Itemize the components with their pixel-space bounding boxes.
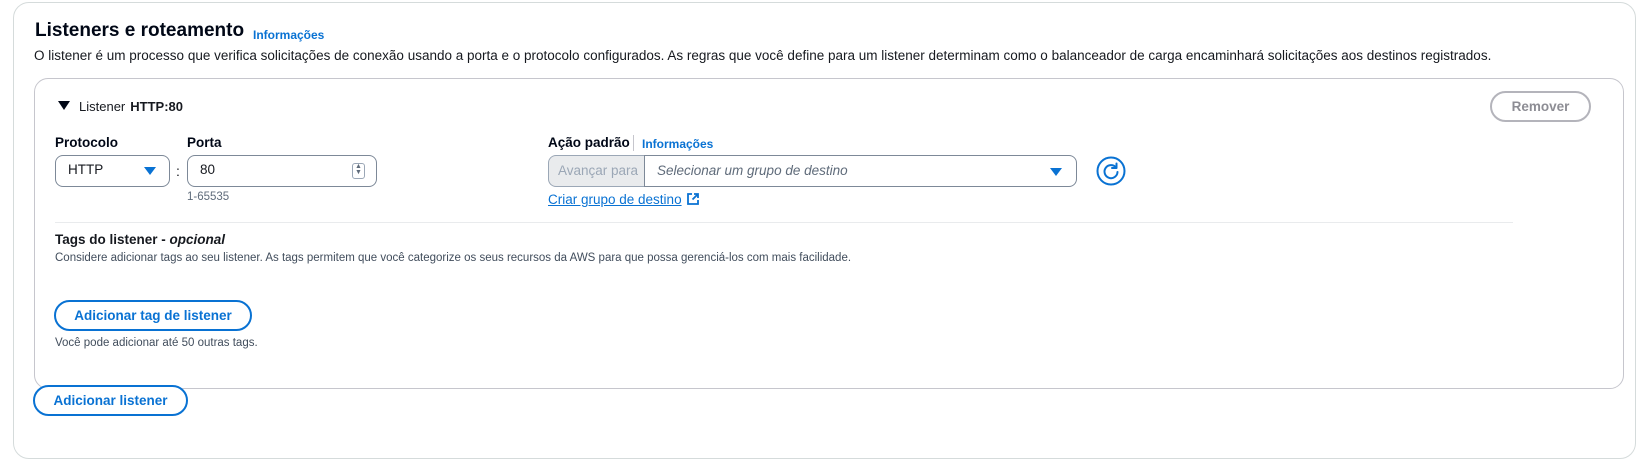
- create-target-group-link[interactable]: Criar grupo de destino: [548, 192, 700, 207]
- refresh-icon[interactable]: [1096, 156, 1126, 186]
- tags-optional: opcional: [169, 232, 226, 247]
- section-description: O listener é um processo que verifica so…: [34, 48, 1492, 63]
- default-action-label: Ação padrão: [548, 135, 630, 150]
- listener-card: Listener HTTP:80 Remover Protocolo HTTP :…: [34, 78, 1624, 389]
- listener-name: HTTP:80: [130, 99, 183, 114]
- port-hint: 1-65535: [187, 191, 230, 203]
- external-link-icon: [686, 193, 699, 205]
- listener-header[interactable]: Listener HTTP:80: [79, 99, 183, 114]
- create-target-group-label: Criar grupo de destino: [548, 192, 682, 207]
- chevron-down-icon: [1050, 168, 1062, 176]
- default-action-info-link[interactable]: Informações: [642, 137, 713, 151]
- protocol-label: Protocolo: [55, 135, 118, 150]
- listener-label: Listener: [79, 99, 126, 114]
- port-separator: :: [176, 163, 180, 179]
- listeners-routing-panel: Listeners e roteamento Informações O lis…: [13, 2, 1636, 459]
- section-info-link[interactable]: Informações: [253, 28, 324, 42]
- section-divider: [55, 222, 1513, 223]
- target-group-select[interactable]: Selecionar um grupo de destino: [644, 155, 1077, 187]
- label-divider: [633, 135, 634, 151]
- tags-description: Considere adicionar tags ao seu listener…: [55, 252, 852, 264]
- add-listener-button[interactable]: Adicionar listener: [33, 385, 188, 416]
- tags-title-text: Tags do listener -: [55, 232, 170, 247]
- target-group-placeholder: Selecionar um grupo de destino: [657, 163, 848, 178]
- add-listener-tag-button[interactable]: Adicionar tag de listener: [54, 300, 252, 331]
- chevron-down-icon: [144, 167, 156, 175]
- caret-down-icon[interactable]: [58, 101, 70, 110]
- protocol-select[interactable]: HTTP: [55, 155, 170, 187]
- section-title: Listeners e roteamento: [35, 20, 245, 41]
- tags-limit-hint: Você pode adicionar até 50 outras tags.: [55, 337, 258, 349]
- tags-title: Tags do listener - opcional: [55, 232, 225, 247]
- stepper-icon[interactable]: ▲ ▼: [352, 163, 365, 179]
- protocol-value: HTTP: [68, 162, 104, 177]
- port-input[interactable]: 80 ▲ ▼: [187, 155, 377, 187]
- action-prefix: Avançar para: [548, 155, 645, 187]
- port-value: 80: [200, 162, 216, 177]
- port-label: Porta: [187, 135, 222, 150]
- remove-listener-button[interactable]: Remover: [1490, 91, 1591, 122]
